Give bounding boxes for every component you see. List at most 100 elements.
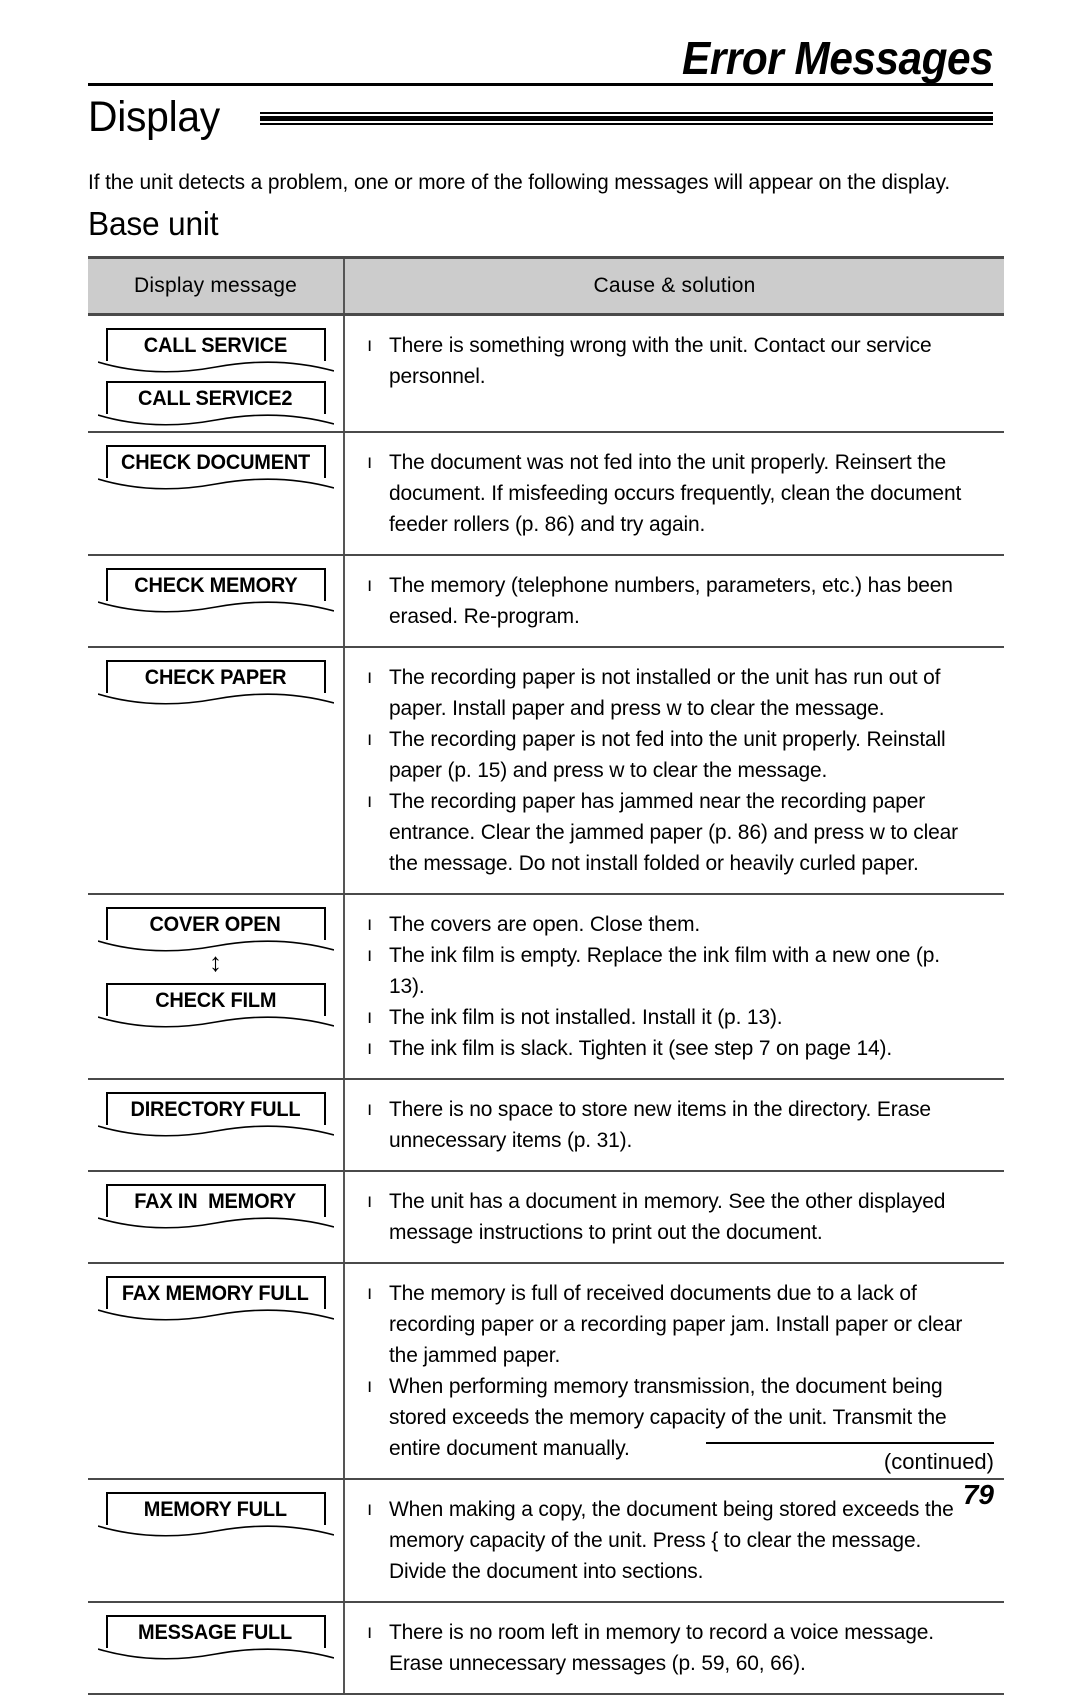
display-message-cell: CALL SERVICE CALL SERVICE2 — [88, 316, 345, 431]
cause-solution-cell: ı There is no space to store new items in… — [345, 1080, 1004, 1170]
display-message-chip: CALL SERVICE2 — [97, 381, 334, 426]
cause-text: The ink film is not installed. Install i… — [389, 1005, 783, 1029]
cause-list: ı The document was not fed into the unit … — [363, 447, 996, 540]
display-message-chip: CHECK PAPER — [97, 660, 334, 705]
bullet-marker-icon: ı — [367, 1283, 373, 1304]
display-message-chip: FAX MEMORY FULL — [97, 1276, 334, 1321]
table-row: COVER OPEN ↕ CHECK FILM ı The covers are ope… — [88, 895, 1004, 1080]
table-row: MESSAGE FULL ı There is no room left in me… — [88, 1603, 1004, 1695]
display-chip-wave — [97, 1309, 334, 1321]
display-chip-label: MEMORY FULL — [143, 1498, 288, 1521]
display-chip-wave — [97, 1125, 334, 1137]
display-chip-box: CHECK FILM — [105, 983, 326, 1016]
cause-list-item: ı There is no space to store new items in… — [363, 1094, 996, 1156]
cause-list-item: ı The recording paper is not fed into the… — [363, 724, 996, 786]
table-row: CHECK PAPER ı The recording paper is not i… — [88, 648, 1004, 895]
cause-solution-cell: ı The document was not fed into the unit … — [345, 433, 1004, 554]
display-message-cell: COVER OPEN ↕ CHECK FILM — [88, 895, 345, 1078]
display-chip-box: MEMORY FULL — [105, 1492, 326, 1525]
cause-list-item: ı The ink film is not installed. Install … — [363, 1002, 996, 1033]
display-message-chip: FAX IN MEMORY — [97, 1184, 334, 1229]
table-row: DIRECTORY FULL ı There is no space to stor… — [88, 1080, 1004, 1172]
chapter-title: Error Messages — [681, 32, 994, 84]
display-chip-label: CHECK MEMORY — [133, 574, 298, 597]
display-chip-label: CALL SERVICE2 — [138, 387, 293, 410]
display-message-cell: MESSAGE FULL — [88, 1603, 345, 1693]
error-message-table: Display message Cause & solution CALL SE… — [88, 256, 1004, 1695]
display-chip-box: CHECK MEMORY — [105, 568, 326, 601]
cause-list-item: ı The memory (telephone numbers, paramete… — [363, 570, 996, 632]
table-row: FAX IN MEMORY ı The unit has a document in… — [88, 1172, 1004, 1264]
display-chip-wave — [97, 1016, 334, 1028]
cause-text: There is something wrong with the unit. … — [389, 333, 932, 388]
section-heading-block: Display — [88, 92, 993, 148]
cause-list: ı The recording paper is not installed or… — [363, 662, 996, 879]
bullet-marker-icon: ı — [367, 335, 373, 356]
footer-rule — [706, 1442, 994, 1444]
cause-solution-cell: ı The recording paper is not installed or… — [345, 648, 1004, 893]
bullet-marker-icon: ı — [367, 1038, 373, 1059]
column-header-display-message: Display message — [88, 259, 345, 313]
display-chip-wave — [97, 693, 334, 705]
display-message-chip: CHECK FILM — [97, 983, 334, 1028]
display-chip-label: FAX MEMORY FULL — [122, 1282, 309, 1305]
bullet-marker-icon: ı — [367, 1099, 373, 1120]
display-chip-label: CHECK DOCUMENT — [120, 451, 311, 474]
column-header-cause-solution: Cause & solution — [593, 274, 756, 297]
bullet-marker-icon: ı — [367, 452, 373, 473]
intro-paragraph: If the unit detects a problem, one or mo… — [88, 170, 951, 194]
display-chip-box: CALL SERVICE2 — [105, 381, 326, 414]
display-message-cell: FAX MEMORY FULL — [88, 1264, 345, 1478]
bullet-marker-icon: ı — [367, 914, 373, 935]
display-chip-wave — [97, 1648, 334, 1660]
cause-list-item: ı There is something wrong with the unit.… — [363, 330, 996, 392]
cause-list-item: ı The ink film is slack. Tighten it (see … — [363, 1033, 996, 1064]
display-chip-box: CALL SERVICE — [105, 328, 326, 361]
display-message-chip: COVER OPEN — [97, 907, 334, 952]
cause-solution-cell: ı The memory is full of received document… — [345, 1264, 1004, 1478]
display-chip-wave — [97, 940, 334, 952]
bullet-marker-icon: ı — [367, 667, 373, 688]
cause-text: The unit has a document in memory. See t… — [389, 1189, 946, 1244]
bullet-marker-icon: ı — [367, 575, 373, 596]
display-message-chip: CHECK MEMORY — [97, 568, 334, 613]
display-message-chip: CALL SERVICE — [97, 328, 334, 373]
cause-solution-cell: ı The covers are open. Close them. ı The in… — [345, 895, 1004, 1078]
cause-list: ı The memory is full of received document… — [363, 1278, 996, 1464]
cause-solution-cell: ı There is no room left in memory to reco… — [345, 1603, 1004, 1693]
table-row: CALL SERVICE CALL SERVICE2 ı There is somet… — [88, 316, 1004, 433]
cause-text: The recording paper is not installed or … — [389, 665, 941, 720]
cause-text: The covers are open. Close them. — [389, 912, 701, 936]
display-chip-label: CHECK FILM — [154, 989, 277, 1012]
bullet-marker-icon: ı — [367, 729, 373, 750]
cause-text: The document was not fed into the unit p… — [389, 450, 962, 536]
display-chip-label: FAX IN MEMORY — [134, 1190, 297, 1213]
table-row: CHECK MEMORY ı The memory (telephone numbe… — [88, 556, 1004, 648]
display-chip-wave — [97, 1217, 334, 1229]
display-chip-wave — [97, 478, 334, 490]
cause-list-item: ı The memory is full of received document… — [363, 1278, 996, 1371]
display-message-cell: FAX IN MEMORY — [88, 1172, 345, 1262]
cause-text: The memory is full of received documents… — [389, 1281, 963, 1367]
display-chip-box: MESSAGE FULL — [105, 1615, 326, 1648]
bullet-marker-icon: ı — [367, 1622, 373, 1643]
display-chip-wave — [97, 601, 334, 613]
table-row: MEMORY FULL ı When making a copy, the docu… — [88, 1480, 1004, 1603]
display-message-cell: CHECK DOCUMENT — [88, 433, 345, 554]
table-body: CALL SERVICE CALL SERVICE2 ı There is somet… — [88, 316, 1004, 1695]
cause-list-item: ı The recording paper is not installed or… — [363, 662, 996, 724]
cause-solution-cell: ı When making a copy, the document being … — [345, 1480, 1004, 1601]
display-message-chip: DIRECTORY FULL — [97, 1092, 334, 1137]
cause-text: The memory (telephone numbers, parameter… — [389, 573, 953, 628]
display-chip-box: COVER OPEN — [105, 907, 326, 940]
cause-list-item: ı The document was not fed into the unit … — [363, 447, 996, 540]
cause-text: The ink film is slack. Tighten it (see s… — [389, 1036, 893, 1060]
cause-list-item: ı There is no room left in memory to reco… — [363, 1617, 996, 1679]
cause-list-item: ı The covers are open. Close them. — [363, 909, 996, 940]
cause-solution-cell: ı The unit has a document in memory. See … — [345, 1172, 1004, 1262]
display-chip-label: DIRECTORY FULL — [130, 1098, 301, 1121]
display-chip-label: COVER OPEN — [149, 913, 282, 936]
cause-list: ı The memory (telephone numbers, paramete… — [363, 570, 996, 632]
cause-list: ı The unit has a document in memory. See … — [363, 1186, 996, 1248]
cause-list: ı There is no room left in memory to reco… — [363, 1617, 996, 1679]
